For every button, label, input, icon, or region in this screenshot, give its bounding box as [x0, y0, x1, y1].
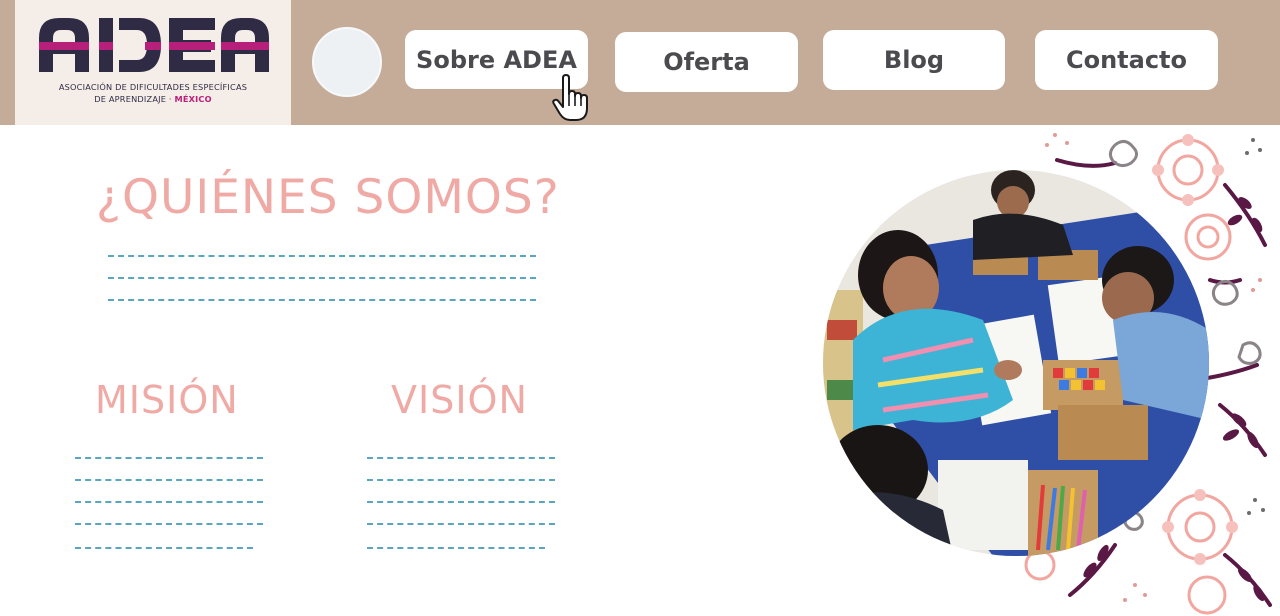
classroom-illustration	[823, 170, 1209, 556]
vision-placeholder-line	[367, 501, 555, 503]
classroom-photo	[823, 170, 1209, 556]
hand-pointer-icon	[552, 74, 588, 121]
vision-heading: VISIÓN	[391, 378, 528, 422]
vision-placeholder-line	[367, 479, 555, 481]
vision-placeholder-line	[367, 523, 555, 525]
nav-blog-button[interactable]: Blog	[823, 30, 1005, 90]
avatar[interactable]	[312, 27, 382, 97]
logo-wordmark	[39, 18, 269, 72]
placeholder-line	[108, 299, 536, 301]
mission-placeholder-line	[75, 479, 263, 481]
logo-caption: ASOCIACIÓN DE DIFICULTADES ESPECÍFICAS	[58, 82, 248, 92]
vision-placeholder-line	[367, 457, 555, 459]
mission-placeholder-line	[75, 547, 253, 549]
mission-heading: MISIÓN	[95, 378, 239, 422]
placeholder-line	[108, 277, 536, 279]
mission-placeholder-line	[75, 523, 263, 525]
logo-country: MÉXICO	[174, 94, 212, 104]
nav-contacto-button[interactable]: Contacto	[1035, 30, 1218, 90]
vision-placeholder-line	[367, 547, 545, 549]
logo-caption-text: DE APRENDIZAJE ·	[94, 94, 172, 104]
page-title: ¿QUIÉNES SOMOS?	[96, 170, 560, 225]
placeholder-line	[108, 255, 536, 257]
nav-oferta-button[interactable]: Oferta	[615, 32, 798, 92]
mission-placeholder-line	[75, 457, 263, 459]
mission-placeholder-line	[75, 501, 263, 503]
site-header: ASOCIACIÓN DE DIFICULTADES ESPECÍFICAS D…	[0, 0, 1280, 125]
logo[interactable]: ASOCIACIÓN DE DIFICULTADES ESPECÍFICAS D…	[15, 0, 291, 125]
logo-caption-line2: DE APRENDIZAJE · MÉXICO	[15, 94, 291, 104]
